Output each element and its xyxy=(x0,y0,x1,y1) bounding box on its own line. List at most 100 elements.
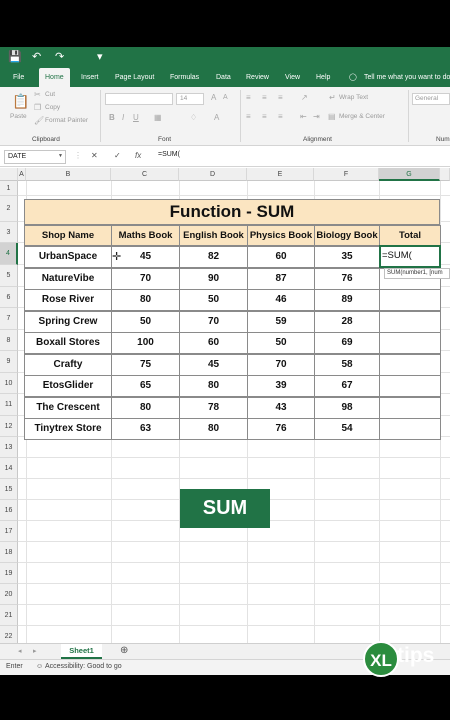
font-name-box[interactable] xyxy=(105,93,173,105)
gridline xyxy=(111,181,112,643)
paste-button[interactable]: Paste xyxy=(10,113,27,120)
borders-icon[interactable]: ▦ xyxy=(154,113,162,122)
undo-icon[interactable]: ↶ xyxy=(32,50,41,64)
xltips-logo: XL tips xyxy=(363,641,445,677)
format-painter-button[interactable]: Format Painter xyxy=(45,117,88,124)
row-header[interactable]: 4 xyxy=(0,243,18,265)
font-size-box[interactable]: 14 xyxy=(176,93,204,105)
formula-bar: DATE ▼ ⋮ ✕ ✓ fx =SUM( xyxy=(0,147,450,167)
row-header[interactable]: 19 xyxy=(0,563,18,584)
row-header[interactable]: 7 xyxy=(0,308,18,330)
font-color-icon[interactable]: A xyxy=(214,113,219,122)
insert-function-icon[interactable]: fx xyxy=(135,151,141,160)
gridline xyxy=(18,350,450,351)
gridline xyxy=(18,520,450,521)
customize-quick-access-icon[interactable]: ▾ xyxy=(97,50,103,64)
row-header[interactable]: 22 xyxy=(0,626,18,643)
paste-icon[interactable]: 📋 xyxy=(12,93,29,110)
column-header-g[interactable]: G xyxy=(379,168,440,181)
fill-color-icon[interactable]: ♢ xyxy=(190,113,197,122)
drag-handle-icon[interactable]: ⋮ xyxy=(74,151,82,160)
tab-review[interactable]: Review xyxy=(246,68,269,87)
tab-formulas[interactable]: Formulas xyxy=(170,68,199,87)
row-header[interactable]: 15 xyxy=(0,479,18,500)
increase-font-icon[interactable]: A xyxy=(211,93,216,102)
gridline xyxy=(26,181,27,643)
column-header-a[interactable]: A xyxy=(18,168,26,181)
enter-icon[interactable]: ✓ xyxy=(114,151,121,160)
row-header[interactable]: 1 xyxy=(0,181,18,196)
row-header[interactable]: 2 xyxy=(0,196,18,222)
column-header-e[interactable]: E xyxy=(247,168,314,181)
gridline xyxy=(247,181,248,643)
redo-icon[interactable]: ↷ xyxy=(55,50,64,64)
row-header[interactable]: 16 xyxy=(0,500,18,521)
row-header[interactable]: 6 xyxy=(0,287,18,308)
gridline xyxy=(18,436,450,437)
tab-help[interactable]: Help xyxy=(316,68,330,87)
row-header[interactable]: 8 xyxy=(0,330,18,351)
save-icon[interactable]: 💾 xyxy=(8,50,22,64)
align-left-icon[interactable]: ≡ xyxy=(246,112,251,121)
row-header[interactable]: 10 xyxy=(0,373,18,394)
worksheet-grid[interactable]: A B C D E F G 1 2 3 4 5 6 7 8 9 10 11 12 13 14 15 16 17 1… xyxy=(0,168,450,643)
increase-indent-icon[interactable]: ⇥ xyxy=(313,112,320,121)
name-box[interactable]: DATE xyxy=(4,150,66,164)
row-header[interactable]: 13 xyxy=(0,437,18,458)
underline-icon[interactable]: U xyxy=(133,113,139,122)
align-bottom-icon[interactable]: ≡ xyxy=(278,93,283,102)
align-center-icon[interactable]: ≡ xyxy=(262,112,267,121)
wrap-text-button[interactable]: Wrap Text xyxy=(339,94,368,101)
merge-center-button[interactable]: Merge & Center xyxy=(339,113,385,120)
align-top-icon[interactable]: ≡ xyxy=(246,93,251,102)
row-header[interactable]: 14 xyxy=(0,458,18,479)
gridline xyxy=(18,329,450,330)
row-header[interactable]: 5 xyxy=(0,265,18,287)
gridline xyxy=(18,372,450,373)
column-header-f[interactable]: F xyxy=(314,168,379,181)
tab-insert[interactable]: Insert xyxy=(81,68,99,87)
column-header-c[interactable]: C xyxy=(111,168,179,181)
gridline xyxy=(18,393,450,394)
name-box-dropdown-icon[interactable]: ▼ xyxy=(58,153,63,159)
row-header[interactable]: 9 xyxy=(0,351,18,373)
tab-data[interactable]: Data xyxy=(216,68,231,87)
row-header[interactable]: 3 xyxy=(0,222,18,243)
ribbon: 📋 Paste ✂ Cut ❐ Copy 🖌 Format Painter Cl… xyxy=(0,87,450,146)
cancel-icon[interactable]: ✕ xyxy=(91,151,98,160)
align-right-icon[interactable]: ≡ xyxy=(278,112,283,121)
copy-button[interactable]: Copy xyxy=(45,104,60,111)
gridline xyxy=(18,604,450,605)
tab-view[interactable]: View xyxy=(285,68,300,87)
column-header-h[interactable] xyxy=(440,168,450,181)
formula-input[interactable]: =SUM( xyxy=(158,151,180,158)
bold-icon[interactable]: B xyxy=(109,113,115,122)
row-header[interactable]: 11 xyxy=(0,394,18,416)
tell-me-search[interactable]: Tell me what you want to do xyxy=(364,68,450,87)
tab-page-layout[interactable]: Page Layout xyxy=(115,68,154,87)
row-header[interactable]: 18 xyxy=(0,542,18,563)
row-header[interactable]: 12 xyxy=(0,416,18,437)
xltips-logo-text: tips xyxy=(397,644,435,667)
gridline xyxy=(18,286,450,287)
cut-icon: ✂ xyxy=(34,90,41,99)
decrease-font-icon[interactable]: A xyxy=(223,94,228,101)
decrease-indent-icon[interactable]: ⇤ xyxy=(300,112,307,121)
tab-home[interactable]: Home xyxy=(39,68,70,87)
orientation-icon[interactable]: ↗ xyxy=(301,93,308,102)
gridline xyxy=(18,457,450,458)
ribbon-separator xyxy=(240,90,241,142)
row-header[interactable]: 20 xyxy=(0,584,18,605)
row-header[interactable]: 17 xyxy=(0,521,18,542)
align-middle-icon[interactable]: ≡ xyxy=(262,93,267,102)
number-format-box[interactable]: General xyxy=(412,93,450,105)
select-all-corner[interactable] xyxy=(0,168,18,181)
cut-button[interactable]: Cut xyxy=(45,91,55,98)
italic-icon[interactable]: I xyxy=(122,113,124,122)
column-header-d[interactable]: D xyxy=(179,168,247,181)
title-bar: 💾 ↶ ↷ ▾ xyxy=(0,47,450,68)
row-header[interactable]: 21 xyxy=(0,605,18,626)
tab-file[interactable]: File xyxy=(13,68,24,87)
lightbulb-icon: ◯ xyxy=(349,74,357,81)
column-header-b[interactable]: B xyxy=(26,168,111,181)
